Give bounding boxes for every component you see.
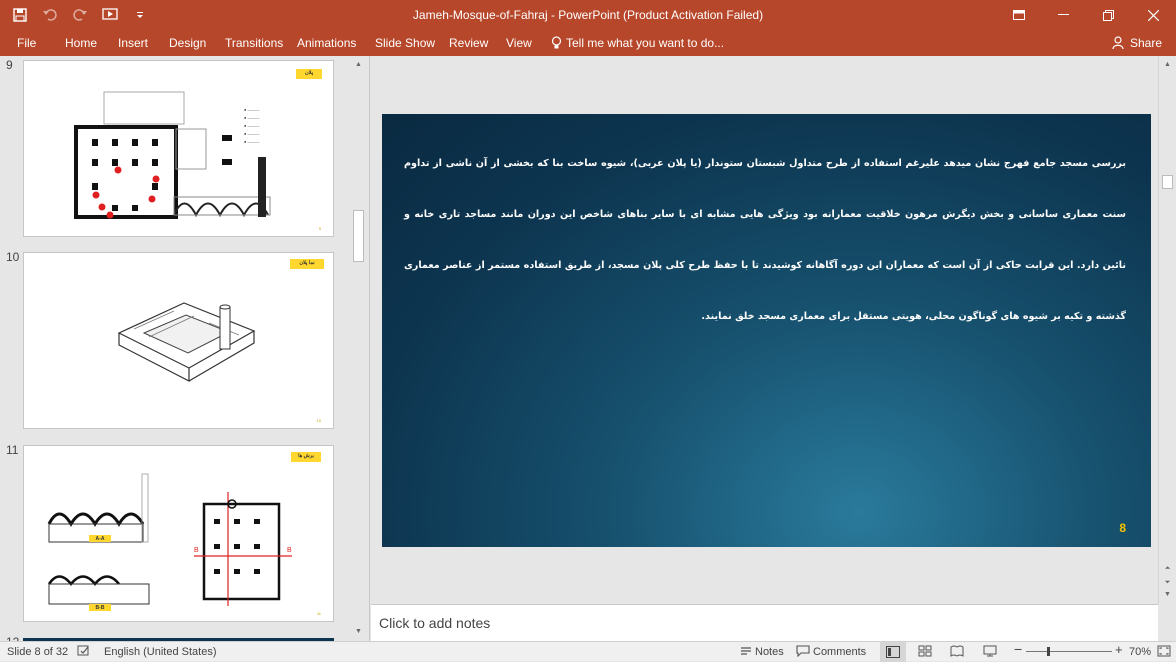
thumbnail-page-number: 9 xyxy=(318,226,321,231)
close-icon[interactable] xyxy=(1131,0,1176,30)
spelling-check-icon[interactable] xyxy=(77,645,91,657)
tab-file[interactable]: File xyxy=(17,34,36,52)
thumbnail-title-label: برش ها xyxy=(291,452,321,462)
tab-insert[interactable]: Insert xyxy=(118,34,148,52)
mosque-section-drawings: BB xyxy=(47,473,292,606)
normal-view-icon xyxy=(886,646,900,658)
thumbnail-title-label: پلان xyxy=(296,69,322,79)
zoom-slider-handle[interactable] xyxy=(1047,647,1050,656)
section-caption: A-A xyxy=(89,535,111,542)
thumbnail-number: 10 xyxy=(6,250,20,264)
fit-slide-icon[interactable] xyxy=(1157,645,1171,657)
slide-show-icon[interactable] xyxy=(983,645,997,657)
ribbon-display-icon[interactable] xyxy=(996,0,1041,30)
slide-thumbnail-pane: 9 پلان ● ——— ● ——— ● ——— ● ——— ● ——— 9 10 xyxy=(0,56,370,641)
tab-transitions[interactable]: Transitions xyxy=(225,34,283,52)
window-controls xyxy=(996,0,1176,30)
scrollbar-thumb[interactable] xyxy=(1162,175,1173,189)
restore-icon[interactable] xyxy=(1086,0,1131,30)
status-bar: Slide 8 of 32 English (United States) No… xyxy=(0,641,1176,662)
mosque-axonometric-drawing xyxy=(117,302,256,382)
zoom-out-icon[interactable]: − xyxy=(1014,642,1022,656)
svg-text:B: B xyxy=(194,547,199,554)
person-icon xyxy=(1112,36,1124,50)
zoom-in-icon[interactable]: + xyxy=(1115,643,1123,657)
slide-count: Slide 8 of 32 xyxy=(7,646,69,658)
reading-view-icon[interactable] xyxy=(950,645,964,657)
notes-icon xyxy=(741,647,751,655)
slide-page-number: 8 xyxy=(1119,521,1126,535)
tab-slide-show[interactable]: Slide Show xyxy=(375,34,435,52)
share-label: Share xyxy=(1129,36,1162,50)
svg-text:● ———: ● ——— xyxy=(244,139,260,144)
notes-button[interactable]: Notes xyxy=(755,645,784,659)
notes-pane[interactable]: Click to add notes xyxy=(371,604,1158,641)
title-bar: Jameh-Mosque-of-Fahraj - PowerPoint (Pro… xyxy=(0,0,1176,30)
language-indicator[interactable]: English (United States) xyxy=(104,645,217,659)
thumbnail-number: 9 xyxy=(6,58,13,72)
thumbnail-page-number: 10 xyxy=(316,418,321,423)
thumbnail-scrollbar[interactable]: ▲ ▼ xyxy=(350,56,367,641)
comments-button[interactable]: Comments xyxy=(813,645,866,659)
svg-text:● ———: ● ——— xyxy=(244,107,260,112)
current-slide[interactable]: بررسی مسجد جامع فهرج نشان میدهد علیرغم ا… xyxy=(382,114,1151,547)
slide-thumbnail-10[interactable]: نما پلان 10 xyxy=(23,252,334,429)
zoom-slider[interactable] xyxy=(1026,647,1112,656)
tab-design[interactable]: Design xyxy=(169,34,206,52)
normal-view-button[interactable] xyxy=(880,642,906,662)
section-caption: B-B xyxy=(89,604,111,611)
notes-placeholder: Click to add notes xyxy=(379,615,491,631)
svg-text:● ———: ● ——— xyxy=(244,123,260,128)
tab-animations[interactable]: Animations xyxy=(297,34,356,52)
minimize-icon[interactable] xyxy=(1041,0,1086,30)
tab-home[interactable]: Home xyxy=(65,34,97,52)
svg-text:● ———: ● ——— xyxy=(244,115,260,120)
scroll-up-icon[interactable]: ▲ xyxy=(1159,58,1176,72)
slide-sorter-icon[interactable] xyxy=(918,645,932,657)
previous-slide-icon[interactable]: ⏶ xyxy=(1159,562,1176,576)
lightbulb-icon xyxy=(551,36,562,49)
thumbnail-page-number: 11 xyxy=(316,611,321,616)
tab-view[interactable]: View xyxy=(506,34,532,52)
svg-text:B: B xyxy=(287,547,292,554)
scroll-down-icon[interactable]: ▼ xyxy=(350,625,367,639)
scroll-down-icon[interactable]: ▼ xyxy=(1159,588,1176,602)
scroll-up-icon[interactable]: ▲ xyxy=(350,58,367,72)
ribbon-tabs: File Home Insert Design Transitions Anim… xyxy=(0,30,1176,56)
slide-editor: بررسی مسجد جامع فهرج نشان میدهد علیرغم ا… xyxy=(371,56,1158,604)
thumbnail-number: 11 xyxy=(6,443,19,457)
tell-me-box[interactable]: Tell me what you want to do... xyxy=(551,34,724,52)
slide-thumbnail-11[interactable]: برش ها BB A-A B-B 11 xyxy=(23,445,334,622)
scrollbar-thumb[interactable] xyxy=(353,210,364,262)
share-button[interactable]: Share xyxy=(1112,32,1162,54)
slide-thumbnail-9[interactable]: پلان ● ——— ● ——— ● ——— ● ——— ● ——— 9 xyxy=(23,60,334,237)
thumbnail-title-label: نما پلان xyxy=(290,259,324,269)
editor-scrollbar[interactable]: ▲ ⏶ ⏷ ▼ xyxy=(1158,56,1175,604)
svg-text:● ———: ● ——— xyxy=(244,131,260,136)
tell-me-text: Tell me what you want to do... xyxy=(566,36,725,50)
tab-review[interactable]: Review xyxy=(449,34,488,52)
slide-body-text[interactable]: بررسی مسجد جامع فهرج نشان میدهد علیرغم ا… xyxy=(404,138,1126,342)
mosque-plan-drawing: ● ——— ● ——— ● ——— ● ——— ● ——— xyxy=(74,91,271,219)
zoom-level[interactable]: 70% xyxy=(1129,645,1151,659)
comments-icon xyxy=(796,645,810,657)
